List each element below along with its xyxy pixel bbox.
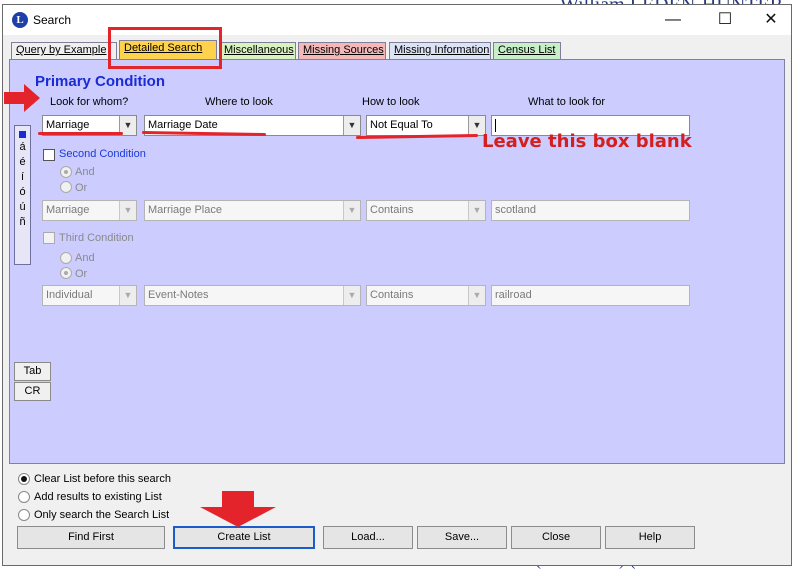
char-o-acute[interactable]: ó	[15, 185, 30, 200]
chevron-down-icon[interactable]: ▼	[119, 286, 136, 305]
find-first-button[interactable]: Find First	[17, 526, 165, 549]
second-condition-label: Second Condition	[59, 148, 146, 160]
third-and-radio[interactable]	[60, 252, 72, 264]
annotation-note: Leave this box blank	[482, 131, 692, 152]
second-or-label: Or	[75, 182, 88, 194]
cr-key-button[interactable]: CR	[14, 382, 51, 401]
add-results-radio[interactable]	[18, 491, 30, 503]
minimize-button[interactable]: —	[653, 9, 693, 31]
primary-how-select[interactable]: Not Equal To ▼	[366, 115, 486, 136]
only-search-list-label: Only search the Search List	[34, 509, 170, 521]
tab-missing-sources[interactable]: Missing Sources	[298, 42, 386, 59]
col-label-how: How to look	[362, 96, 420, 108]
second-condition-checkbox[interactable]	[43, 149, 55, 161]
app-logo-icon: L	[12, 12, 28, 28]
load-button[interactable]: Load...	[323, 526, 413, 549]
third-how-select[interactable]: Contains ▼	[366, 285, 486, 306]
second-and-label: And	[75, 166, 95, 178]
annotation-arrow-down-icon	[200, 491, 276, 527]
third-condition-checkbox[interactable]	[43, 232, 55, 244]
chevron-down-icon[interactable]: ▼	[343, 286, 360, 305]
chevron-down-icon[interactable]: ▼	[119, 201, 136, 220]
third-where-value: Event-Notes	[148, 289, 209, 301]
only-search-list-radio[interactable]	[18, 509, 30, 521]
clear-list-radio[interactable]	[18, 473, 30, 485]
third-or-label: Or	[75, 268, 88, 280]
clear-list-label: Clear List before this search	[34, 473, 171, 485]
window-title: Search	[33, 13, 72, 27]
second-who-select[interactable]: Marriage ▼	[42, 200, 137, 221]
annotation-arrow-right-icon	[4, 84, 40, 112]
second-how-select[interactable]: Contains ▼	[366, 200, 486, 221]
add-results-label: Add results to existing List	[34, 491, 162, 503]
second-where-value: Marriage Place	[148, 204, 222, 216]
primary-where-value: Marriage Date	[148, 119, 218, 131]
search-dialog: L Search — ☐ ✕ Query by Example Detailed…	[2, 4, 792, 566]
tab-query-by-example[interactable]: Query by Example	[11, 42, 117, 59]
char-u-acute[interactable]: ú	[15, 200, 30, 215]
char-e-acute[interactable]: é	[15, 155, 30, 170]
tab-miscellaneous[interactable]: Miscellaneous	[219, 42, 296, 59]
third-or-radio[interactable]	[60, 267, 72, 279]
annotation-highlight-box	[108, 27, 222, 69]
close-window-button[interactable]: ✕	[751, 9, 791, 31]
third-what-input[interactable]: railroad	[491, 285, 690, 306]
char-a-acute[interactable]: á	[15, 140, 30, 155]
text-cursor	[495, 118, 496, 132]
second-and-radio[interactable]	[60, 166, 72, 178]
second-where-select[interactable]: Marriage Place ▼	[144, 200, 361, 221]
primary-condition-heading: Primary Condition	[35, 73, 166, 90]
third-who-select[interactable]: Individual ▼	[42, 285, 137, 306]
tab-key-button[interactable]: Tab	[14, 362, 51, 381]
third-where-select[interactable]: Event-Notes ▼	[144, 285, 361, 306]
primary-how-value: Not Equal To	[370, 119, 433, 131]
chevron-down-icon[interactable]: ▼	[343, 116, 360, 135]
third-and-label: And	[75, 252, 95, 264]
create-list-button[interactable]: Create List	[173, 526, 315, 549]
chevron-down-icon[interactable]: ▼	[343, 201, 360, 220]
col-label-what: What to look for	[528, 96, 606, 108]
chevron-down-icon[interactable]: ▼	[468, 201, 485, 220]
chevron-down-icon[interactable]: ▼	[468, 286, 485, 305]
second-or-radio[interactable]	[60, 181, 72, 193]
char-n-tilde[interactable]: ñ	[15, 215, 30, 230]
help-button[interactable]: Help	[605, 526, 695, 549]
close-button[interactable]: Close	[511, 526, 601, 549]
tab-missing-information[interactable]: Missing Information	[389, 42, 491, 59]
special-character-bar: á é í ó ú ñ	[14, 125, 31, 265]
third-who-value: Individual	[46, 289, 93, 301]
char-i-acute[interactable]: í	[15, 170, 30, 185]
tab-census-list[interactable]: Census List	[493, 42, 561, 59]
second-what-input[interactable]: scotland	[491, 200, 690, 221]
maximize-button[interactable]: ☐	[705, 9, 745, 31]
col-label-who: Look for whom?	[50, 96, 129, 108]
save-button[interactable]: Save...	[417, 526, 507, 549]
detailed-search-panel: Primary Condition Look for whom? Where t…	[9, 59, 785, 464]
col-label-where: Where to look	[205, 96, 273, 108]
char-bar-marker-icon	[19, 131, 26, 138]
primary-who-value: Marriage	[46, 119, 90, 131]
annotation-underline-who	[38, 132, 123, 135]
second-how-value: Contains	[370, 204, 414, 216]
second-who-value: Marriage	[46, 204, 90, 216]
third-how-value: Contains	[370, 289, 414, 301]
third-condition-label: Third Condition	[59, 232, 134, 244]
